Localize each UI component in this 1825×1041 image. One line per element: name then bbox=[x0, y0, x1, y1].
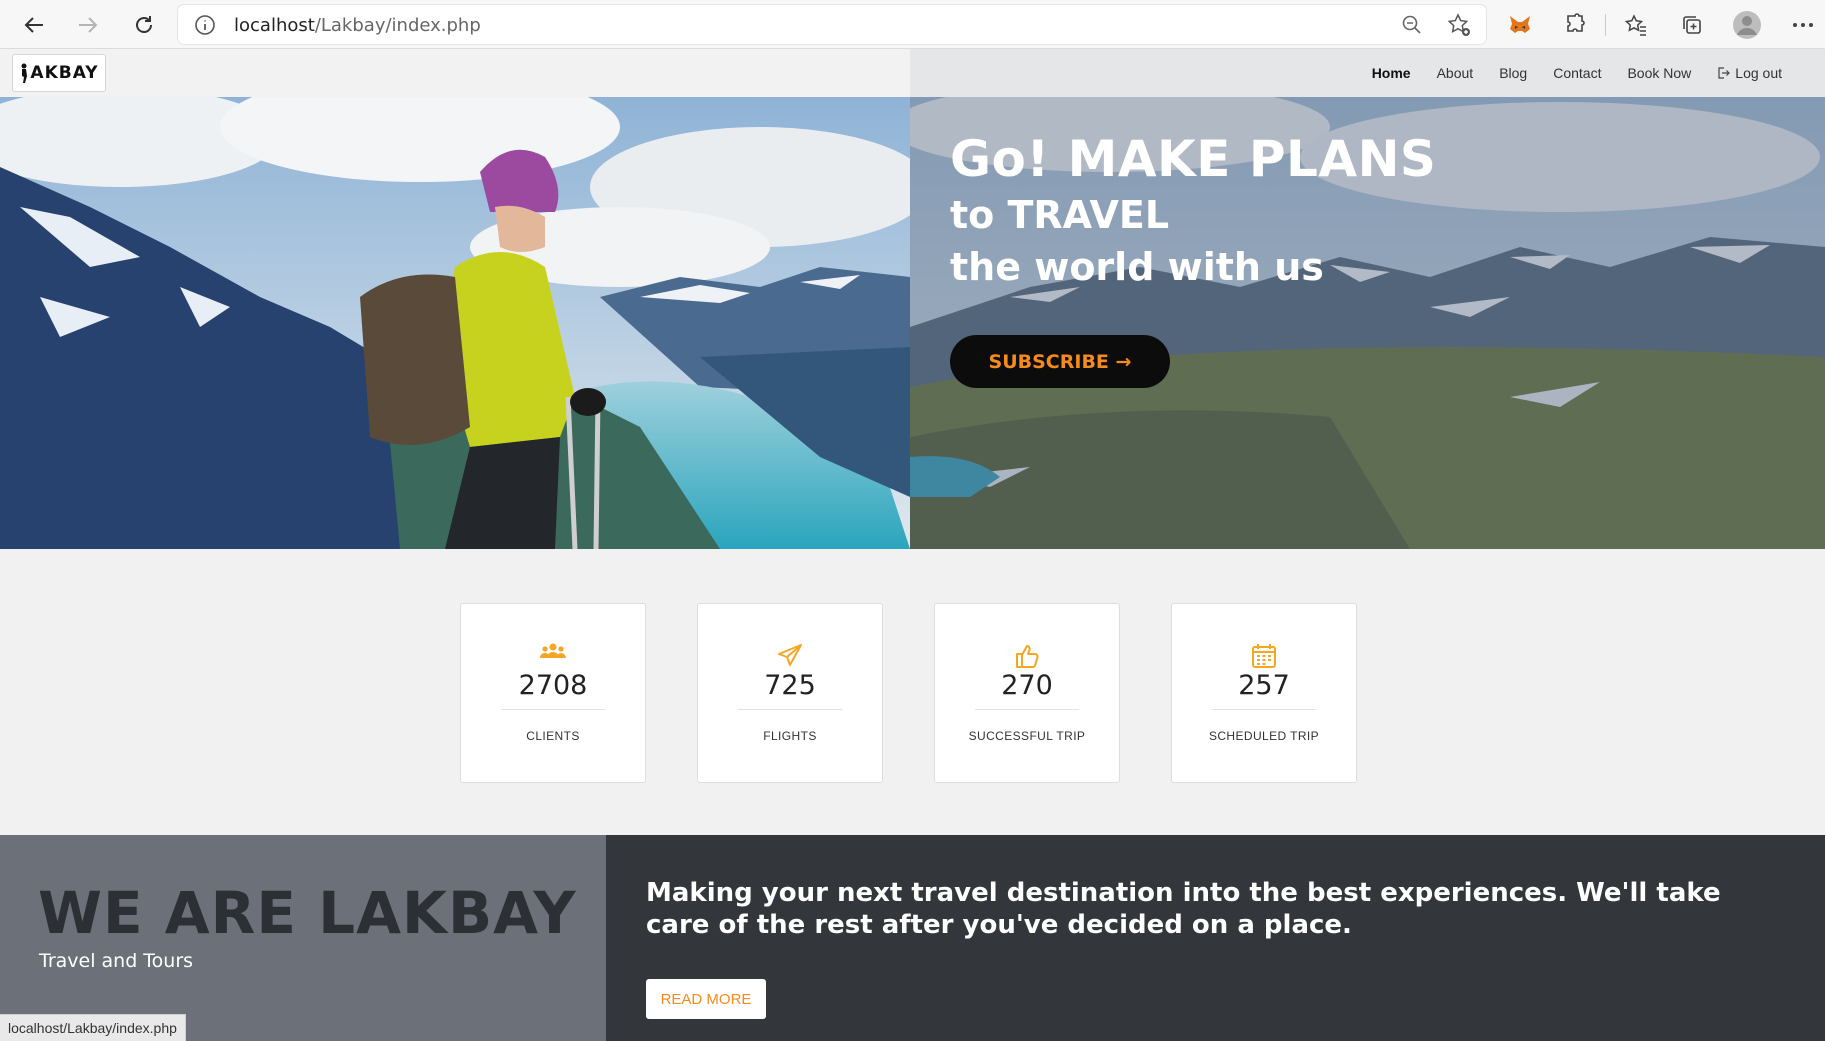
toolbar-divider bbox=[1605, 14, 1606, 36]
collections-icon[interactable] bbox=[1676, 9, 1708, 41]
stat-value: 270 bbox=[1001, 670, 1053, 701]
paper-plane-icon bbox=[698, 643, 882, 671]
forward-button[interactable] bbox=[70, 8, 106, 42]
stat-divider bbox=[501, 709, 605, 710]
main-menu: Home About Blog Contact Book Now Log out bbox=[1359, 49, 1795, 97]
nav-book-now[interactable]: Book Now bbox=[1614, 65, 1704, 81]
stat-card-scheduled-trip: 257 SCHEDULED TRIP bbox=[1171, 603, 1357, 783]
read-more-button[interactable]: READ MORE bbox=[646, 979, 766, 1019]
nav-blog[interactable]: Blog bbox=[1486, 65, 1540, 81]
stat-value: 2708 bbox=[518, 670, 588, 701]
stat-label: FLIGHTS bbox=[763, 729, 817, 743]
nav-about[interactable]: About bbox=[1424, 65, 1487, 81]
stat-card-flights: 725 FLIGHTS bbox=[697, 603, 883, 783]
info-icon[interactable] bbox=[194, 14, 216, 41]
favorites-icon[interactable] bbox=[1620, 9, 1652, 41]
about-text: Making your next travel destination into… bbox=[646, 878, 1721, 940]
zoom-out-icon[interactable] bbox=[1399, 12, 1425, 38]
subscribe-button[interactable]: SUBSCRIBE → bbox=[950, 335, 1170, 388]
stat-label: CLIENTS bbox=[526, 729, 580, 743]
site-logo[interactable]: AKBAY bbox=[12, 54, 106, 92]
profile-avatar-icon[interactable] bbox=[1731, 9, 1763, 41]
back-button[interactable] bbox=[16, 8, 52, 42]
stat-value: 725 bbox=[764, 670, 816, 701]
nav-contact[interactable]: Contact bbox=[1540, 65, 1614, 81]
address-bar[interactable]: localhost/Lakbay/index.php bbox=[178, 5, 1486, 44]
stat-value: 257 bbox=[1238, 670, 1290, 701]
hiker-logo-icon bbox=[21, 63, 28, 83]
refresh-button[interactable] bbox=[126, 8, 162, 42]
site-navbar: AKBAY Home About Blog Contact Book Now L… bbox=[0, 49, 1825, 97]
hero-hiker-image bbox=[0, 97, 910, 549]
about-subtitle: Travel and Tours bbox=[39, 950, 194, 972]
stat-label: SCHEDULED TRIP bbox=[1208, 729, 1320, 743]
hero-headline: Go! MAKE PLANS bbox=[950, 130, 1437, 188]
page: AKBAY Home About Blog Contact Book Now L… bbox=[0, 49, 1825, 1041]
hero-line-3: the world with us bbox=[950, 245, 1324, 289]
about-title: WE ARE LAKBAY bbox=[38, 879, 577, 947]
stat-divider bbox=[1212, 709, 1316, 710]
favorite-star-icon[interactable] bbox=[1446, 12, 1472, 38]
arrow-left-icon bbox=[24, 17, 43, 33]
nav-home[interactable]: Home bbox=[1359, 65, 1424, 81]
logout-label: Log out bbox=[1735, 65, 1782, 81]
refresh-icon bbox=[136, 16, 152, 33]
hero-line-2: to TRAVEL bbox=[950, 193, 1170, 237]
url-text[interactable]: localhost/Lakbay/index.php bbox=[234, 15, 481, 36]
stat-card-clients: 2708 CLIENTS bbox=[460, 603, 646, 783]
more-menu-icon[interactable] bbox=[1787, 9, 1819, 41]
hero-text: Go! MAKE PLANS to TRAVEL the world with … bbox=[950, 129, 1436, 293]
arrow-right-icon bbox=[79, 17, 98, 33]
calendar-icon bbox=[1172, 643, 1356, 671]
logo-text: AKBAY bbox=[30, 63, 99, 83]
hero-section bbox=[0, 97, 1825, 549]
logout-icon bbox=[1718, 67, 1731, 79]
stats-row: 2708 CLIENTS 725 FLIGHTS 270 SUCCESSFUL … bbox=[460, 603, 1357, 783]
stat-card-successful-trip: 270 SUCCESSFUL TRIP bbox=[934, 603, 1120, 783]
about-section: WE ARE LAKBAY Travel and Tours Making yo… bbox=[0, 835, 1825, 1041]
browser-toolbar: localhost/Lakbay/index.php bbox=[0, 0, 1825, 49]
metamask-fox-icon[interactable] bbox=[1504, 9, 1536, 41]
status-bar-url: localhost/Lakbay/index.php bbox=[0, 1014, 186, 1041]
extensions-puzzle-icon[interactable] bbox=[1559, 9, 1591, 41]
stat-divider bbox=[738, 709, 842, 710]
stat-divider bbox=[975, 709, 1079, 710]
thumbs-up-icon bbox=[935, 643, 1119, 671]
stat-label: SUCCESSFUL TRIP bbox=[968, 729, 1086, 743]
nav-logout[interactable]: Log out bbox=[1704, 65, 1795, 81]
users-icon bbox=[461, 643, 645, 671]
